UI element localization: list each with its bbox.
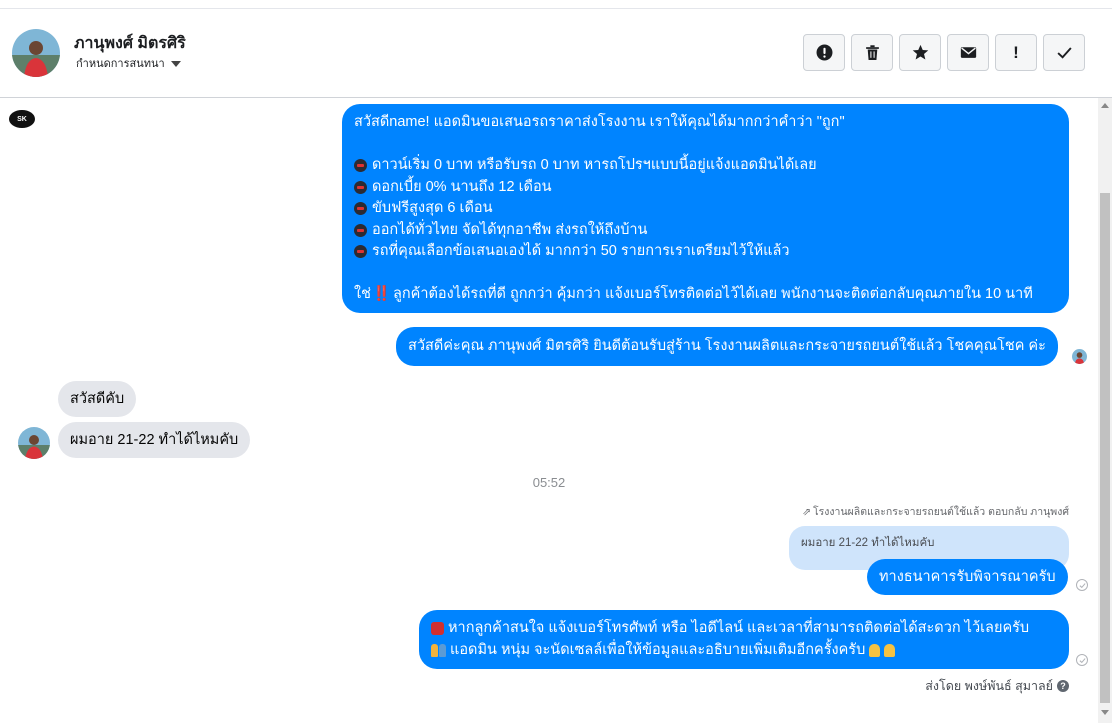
double-exclamation-emoji-icon: ‼️	[372, 286, 391, 302]
promo-bullet: ออกได้ทั่วไทย จัดได้ทุกอาชีพ ส่งรถให้ถึง…	[354, 220, 1057, 242]
scroll-up-icon[interactable]	[1101, 103, 1109, 108]
page-avatar: SK	[9, 110, 35, 128]
contact-name[interactable]: ภานุพงศ์ มิตรศิริ	[74, 31, 186, 56]
promo-bullet: ดอกเบี้ย 0% นานถึง 12 เดือน	[354, 177, 1057, 199]
trash-icon	[865, 45, 879, 60]
pray-emoji-icon	[869, 643, 881, 657]
star-button[interactable]	[899, 34, 941, 71]
sent-check-icon	[1076, 654, 1088, 666]
telephone-emoji-icon	[431, 622, 444, 636]
promo-bullet: ขับฟรีสูงสุด 6 เดือน	[354, 198, 1057, 220]
car-emoji-icon	[354, 202, 367, 216]
delete-button[interactable]	[851, 34, 893, 71]
sent-by-label: ส่งโดย พงษ์พันธ์ สุมาลย์ ?	[925, 676, 1069, 696]
mark-done-button[interactable]	[1043, 34, 1085, 71]
conversation-toolbar: !	[803, 34, 1085, 71]
exclamation-icon: !	[1013, 43, 1019, 62]
thread-scrollbar[interactable]	[1098, 98, 1112, 723]
scroll-down-icon[interactable]	[1101, 710, 1109, 715]
contact-message-avatar	[18, 427, 50, 459]
message-thread: SK สวัสดีname! แอดมินขอเสนอรถราคาส่งโรงง…	[0, 98, 1098, 723]
promo-bullet: ดาวน์เริ่ม 0 บาท หรือรับรถ 0 บาท หารถโปร…	[354, 155, 1057, 177]
checkmark-icon	[1056, 47, 1072, 59]
promo-bullet: รถที่คุณเลือกข้อเสนอเองได้ มากกว่า 50 รา…	[354, 241, 1057, 263]
reply-arrow-icon: ⇗	[802, 505, 812, 518]
follow-up-button[interactable]: !	[995, 34, 1037, 71]
message-timestamp: 05:52	[532, 475, 566, 490]
exclamation-circle-icon	[816, 44, 832, 61]
contact-avatar[interactable]	[12, 29, 60, 77]
car-emoji-icon	[354, 159, 367, 173]
outgoing-message-promo[interactable]: สวัสดีname! แอดมินขอเสนอรถราคาส่งโรงงาน …	[342, 104, 1069, 313]
mark-spam-button[interactable]	[803, 34, 845, 71]
car-emoji-icon	[354, 180, 367, 194]
star-icon	[912, 44, 928, 60]
sent-check-icon	[1076, 579, 1088, 591]
envelope-icon	[960, 47, 976, 58]
promo-closing: ใช่ ‼️ ลูกค้าต้องได้รถที่ดี ถูกกว่า คุ้ม…	[354, 284, 1057, 306]
scrollbar-thumb[interactable]	[1100, 193, 1110, 703]
outgoing-message-welcome[interactable]: สวัสดีค่ะคุณ ภานุพงศ์ มิตรศิริ ยินดีต้อน…	[396, 327, 1058, 366]
incoming-message[interactable]: สวัสดีคับ	[58, 381, 137, 417]
conversation-label: กำหนดการสนทนา	[76, 58, 165, 70]
caret-down-icon	[170, 60, 181, 67]
outgoing-message-reply[interactable]: ทางธนาคารรับพิจารณาครับ	[867, 559, 1068, 595]
outgoing-message-contact[interactable]: หากลูกค้าสนใจ แจ้งเบอร์โทรศัพท์ หรือ ไอด…	[419, 610, 1069, 669]
top-strip	[0, 0, 1112, 9]
incoming-message[interactable]: ผมอาย 21-22 ทำได้ไหมคับ	[58, 422, 251, 458]
conversation-header: ภานุพงศ์ มิตรศิริ กำหนดการสนทนา !	[0, 9, 1112, 98]
reply-indicator: ⇗ โรงงานผลิตและกระจายรถยนต์ใช้แล้ว ตอบกล…	[802, 505, 1069, 519]
contact-line: แอดมิน หนุ่ม จะนัดเซลล์เพื่อให้ข้อมูลและ…	[431, 640, 1057, 662]
car-emoji-icon	[354, 245, 367, 259]
conversation-options-dropdown[interactable]: กำหนดการสนทนา	[76, 54, 181, 72]
people-emoji-icon	[431, 643, 447, 657]
mark-unread-button[interactable]	[947, 34, 989, 71]
promo-greeting: สวัสดีname! แอดมินขอเสนอรถราคาส่งโรงงาน …	[354, 114, 845, 130]
car-emoji-icon	[354, 223, 367, 237]
help-icon[interactable]: ?	[1057, 680, 1069, 692]
seen-avatar	[1072, 349, 1087, 364]
contact-line: หากลูกค้าสนใจ แจ้งเบอร์โทรศัพท์ หรือ ไอด…	[431, 618, 1057, 640]
pray-emoji-icon	[884, 643, 896, 657]
